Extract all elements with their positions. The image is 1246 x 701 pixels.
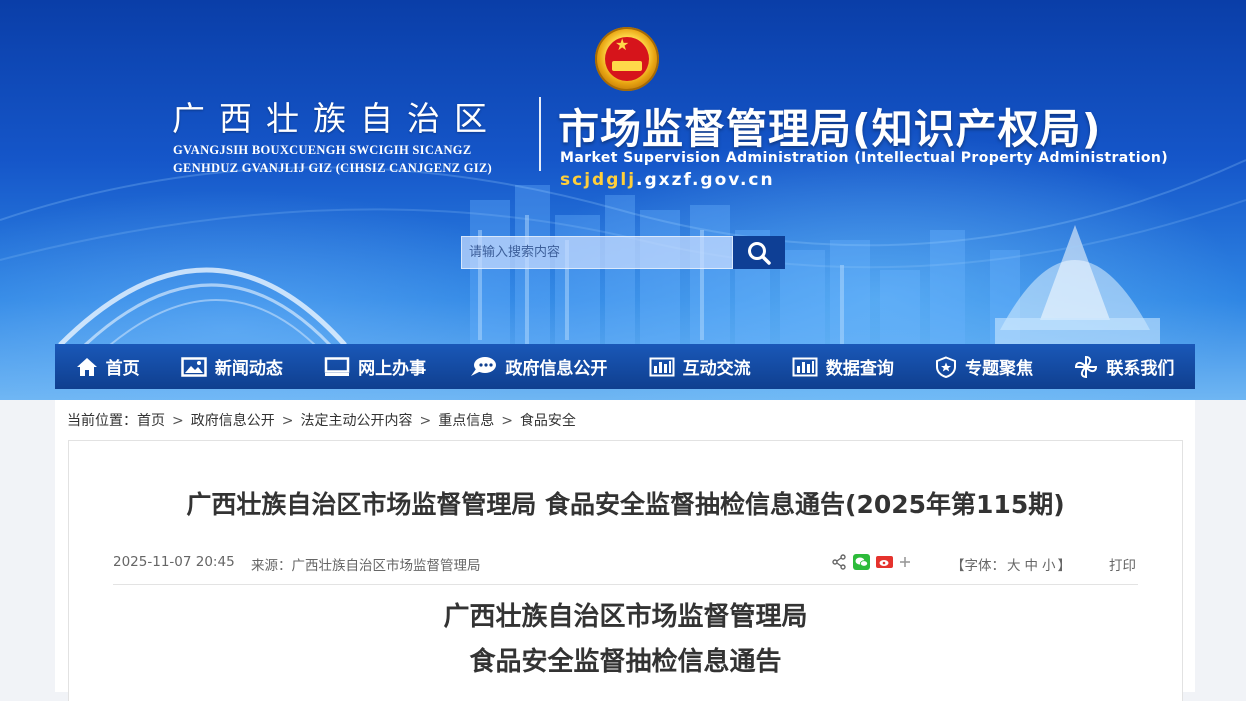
breadcrumb-separator: > xyxy=(281,413,294,429)
share-icon[interactable] xyxy=(831,554,847,570)
nav-item-news[interactable]: 新闻动态 xyxy=(181,354,283,379)
body-heading-line1: 广西壮族自治区市场监督管理局 xyxy=(443,602,808,632)
home-icon xyxy=(76,357,97,376)
region-name-cn: 广西壮族自治区 xyxy=(172,99,501,138)
nav-item-label: 首页 xyxy=(105,359,140,379)
main-nav: 首页 新闻动态 网上办事 政府信息公开 互动交流 数据查询 专题聚焦 联系我们 xyxy=(55,344,1195,389)
search-icon xyxy=(748,241,771,265)
share-bar xyxy=(831,554,911,570)
bar-chart-icon xyxy=(649,357,675,376)
monitor-icon xyxy=(324,356,350,376)
breadcrumb: 当前位置：首页 > 政府信息公开 > 法定主动公开内容 > 重点信息 > 食品安全 xyxy=(67,410,576,430)
breadcrumb-prefix: 当前位置： xyxy=(67,413,137,429)
breadcrumb-separator: > xyxy=(501,413,513,429)
region-name-zhuang-line2: GENHDUZ GVANJLIJ GIZ (CIHSIZ CANJGENZ GI… xyxy=(173,161,493,175)
article-source: 来源：广西壮族自治区市场监督管理局 xyxy=(251,558,481,574)
picture-icon xyxy=(181,356,207,377)
font-size-small[interactable]: 小 xyxy=(1042,558,1056,574)
nav-item-contact[interactable]: 联系我们 xyxy=(1074,354,1174,379)
bureau-name-en: Market Supervision Administration (Intel… xyxy=(560,150,1169,166)
header-banner: ★ 广西壮族自治区 GVANGJSIH BOUXCUENGH SWCIGIH S… xyxy=(0,0,1246,400)
breadcrumb-separator: > xyxy=(172,413,184,429)
main-content: 当前位置：首页 > 政府信息公开 > 法定主动公开内容 > 重点信息 > 食品安全 广西壮族自治… xyxy=(55,400,1195,701)
nav-item-gov-info[interactable]: 政府信息公开 xyxy=(467,354,607,379)
nav-item-label: 联系我们 xyxy=(1106,359,1175,379)
nav-item-topics[interactable]: 专题聚焦 xyxy=(935,354,1033,379)
breadcrumb-link-key-info[interactable]: 重点信息 xyxy=(438,413,494,429)
publish-date: 2025-11-07 20:45 xyxy=(113,554,235,570)
print-button[interactable]: 打印 xyxy=(1109,554,1136,574)
bureau-name-cn: 市场监督管理局(知识产权局) xyxy=(558,105,1102,153)
nav-item-label: 专题聚焦 xyxy=(965,359,1034,379)
breadcrumb-link-home[interactable]: 首页 xyxy=(137,413,165,429)
site-domain-prefix: scjdglj xyxy=(560,170,637,190)
article-title: 广西壮族自治区市场监督管理局 食品安全监督抽检信息通告(2025年第115期) xyxy=(186,490,1065,519)
nav-item-online-services[interactable]: 网上办事 xyxy=(324,354,426,379)
nav-item-data-query[interactable]: 数据查询 xyxy=(792,354,894,379)
plus-icon[interactable] xyxy=(899,556,911,568)
site-domain-suffix: .gxzf.gov.cn xyxy=(636,170,775,190)
nav-item-interaction[interactable]: 互动交流 xyxy=(649,354,751,379)
nav-item-label: 政府信息公开 xyxy=(505,359,608,379)
region-name-zhuang-line1: GVANGJSIH BOUXCUENGH SWCIGIH SICANGZ xyxy=(173,143,472,157)
search-input[interactable]: 请输入搜索内容 xyxy=(461,236,733,269)
body-heading-line2: 食品安全监督抽检信息通告 xyxy=(469,647,782,677)
article-panel: 广西壮族自治区市场监督管理局 食品安全监督抽检信息通告(2025年第115期) … xyxy=(68,440,1183,701)
site-domain: scjdglj.gxzf.gov.cn xyxy=(560,170,775,190)
article-meta: 2025-11-07 20:45 来源：广西壮族自治区市场监督管理局 【字体： … xyxy=(113,554,1138,585)
breadcrumb-link-food-safety[interactable]: 食品安全 xyxy=(520,413,576,429)
font-size-close-bracket: 】 xyxy=(1057,558,1072,574)
font-size-control: 【字体：大中小】 xyxy=(951,554,1071,574)
wechat-icon[interactable] xyxy=(853,554,870,570)
shield-icon xyxy=(936,355,957,378)
breadcrumb-link-gov-info[interactable]: 政府信息公开 xyxy=(191,413,275,429)
weibo-icon[interactable] xyxy=(876,555,893,569)
national-emblem: ★ xyxy=(595,27,659,91)
bar-chart-icon xyxy=(792,357,818,376)
nav-item-label: 网上办事 xyxy=(358,359,427,379)
font-size-large[interactable]: 大 xyxy=(1007,558,1021,574)
chat-icon xyxy=(471,356,497,376)
pinwheel-icon xyxy=(1075,355,1098,378)
nav-item-home[interactable]: 首页 xyxy=(76,354,140,379)
nav-item-label: 互动交流 xyxy=(682,359,751,379)
breadcrumb-separator: > xyxy=(419,413,432,429)
font-size-label: 【字体： xyxy=(951,558,1005,574)
search-button[interactable] xyxy=(733,236,785,269)
header-divider xyxy=(539,97,541,171)
breadcrumb-link-statutory[interactable]: 法定主动公开内容 xyxy=(300,413,412,429)
nav-item-label: 新闻动态 xyxy=(214,359,283,379)
font-size-medium[interactable]: 中 xyxy=(1025,558,1039,574)
nav-item-label: 数据查询 xyxy=(825,359,894,379)
